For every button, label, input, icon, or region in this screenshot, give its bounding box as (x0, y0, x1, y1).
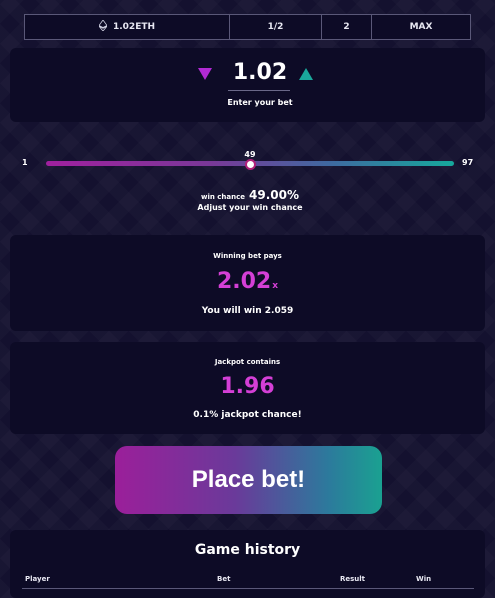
slider-value-label: 49 (244, 150, 256, 159)
increase-bet-icon[interactable] (299, 68, 313, 80)
jackpot-chance-text: 0.1% jackpot chance! (193, 410, 302, 420)
bet-amount-text: 1.02ETH (112, 22, 156, 32)
bet-underline (228, 90, 290, 91)
win-chance-value: 49.00% (249, 188, 299, 202)
place-bet-button[interactable]: Place bet! (115, 446, 382, 514)
bet-amount-toolbar: 1.02ETH 1/2 2 MAX (24, 14, 471, 40)
ethereum-icon (98, 19, 108, 34)
slider-min-label: 1 (22, 158, 28, 167)
max-bet-button[interactable]: MAX (372, 15, 470, 39)
payout-multiplier: 2.02x (10, 269, 485, 294)
game-history-title: Game history (194, 542, 301, 558)
payout-heading: Winning bet pays (213, 252, 282, 260)
bet-caption: Enter your bet (227, 98, 293, 107)
double-bet-button[interactable]: 2 (322, 15, 372, 39)
win-amount-text: You will win 2.059 (201, 306, 294, 316)
payout-multiplier-value: 2.02 (216, 269, 272, 294)
jackpot-heading: Jackpot contains (214, 358, 281, 366)
bet-amount-panel: 1.02 Enter your bet (10, 48, 485, 122)
history-divider (22, 588, 474, 589)
column-header-player: Player (25, 575, 50, 583)
game-history-panel: Game history Player Bet Result Win (10, 530, 485, 598)
column-header-result: Result (340, 575, 366, 583)
column-header-bet: Bet (217, 575, 231, 583)
win-chance-readout: win chance 49.00% (150, 184, 350, 203)
adjust-win-chance-caption: Adjust your win chance (197, 203, 303, 212)
bet-value[interactable]: 1.02 (210, 60, 310, 85)
win-chance-label: win chance (200, 193, 246, 201)
bet-amount-display[interactable]: 1.02ETH (25, 15, 230, 39)
half-bet-button[interactable]: 1/2 (230, 15, 322, 39)
jackpot-value: 1.96 (220, 374, 275, 399)
payout-panel: Winning bet pays 2.02x You will win 2.05… (10, 235, 485, 331)
column-header-win: Win (416, 575, 432, 583)
slider-max-label: 97 (462, 158, 474, 167)
payout-multiplier-suffix: x (272, 281, 279, 291)
jackpot-panel: Jackpot contains 1.96 0.1% jackpot chanc… (10, 342, 485, 434)
slider-thumb[interactable] (244, 159, 256, 170)
